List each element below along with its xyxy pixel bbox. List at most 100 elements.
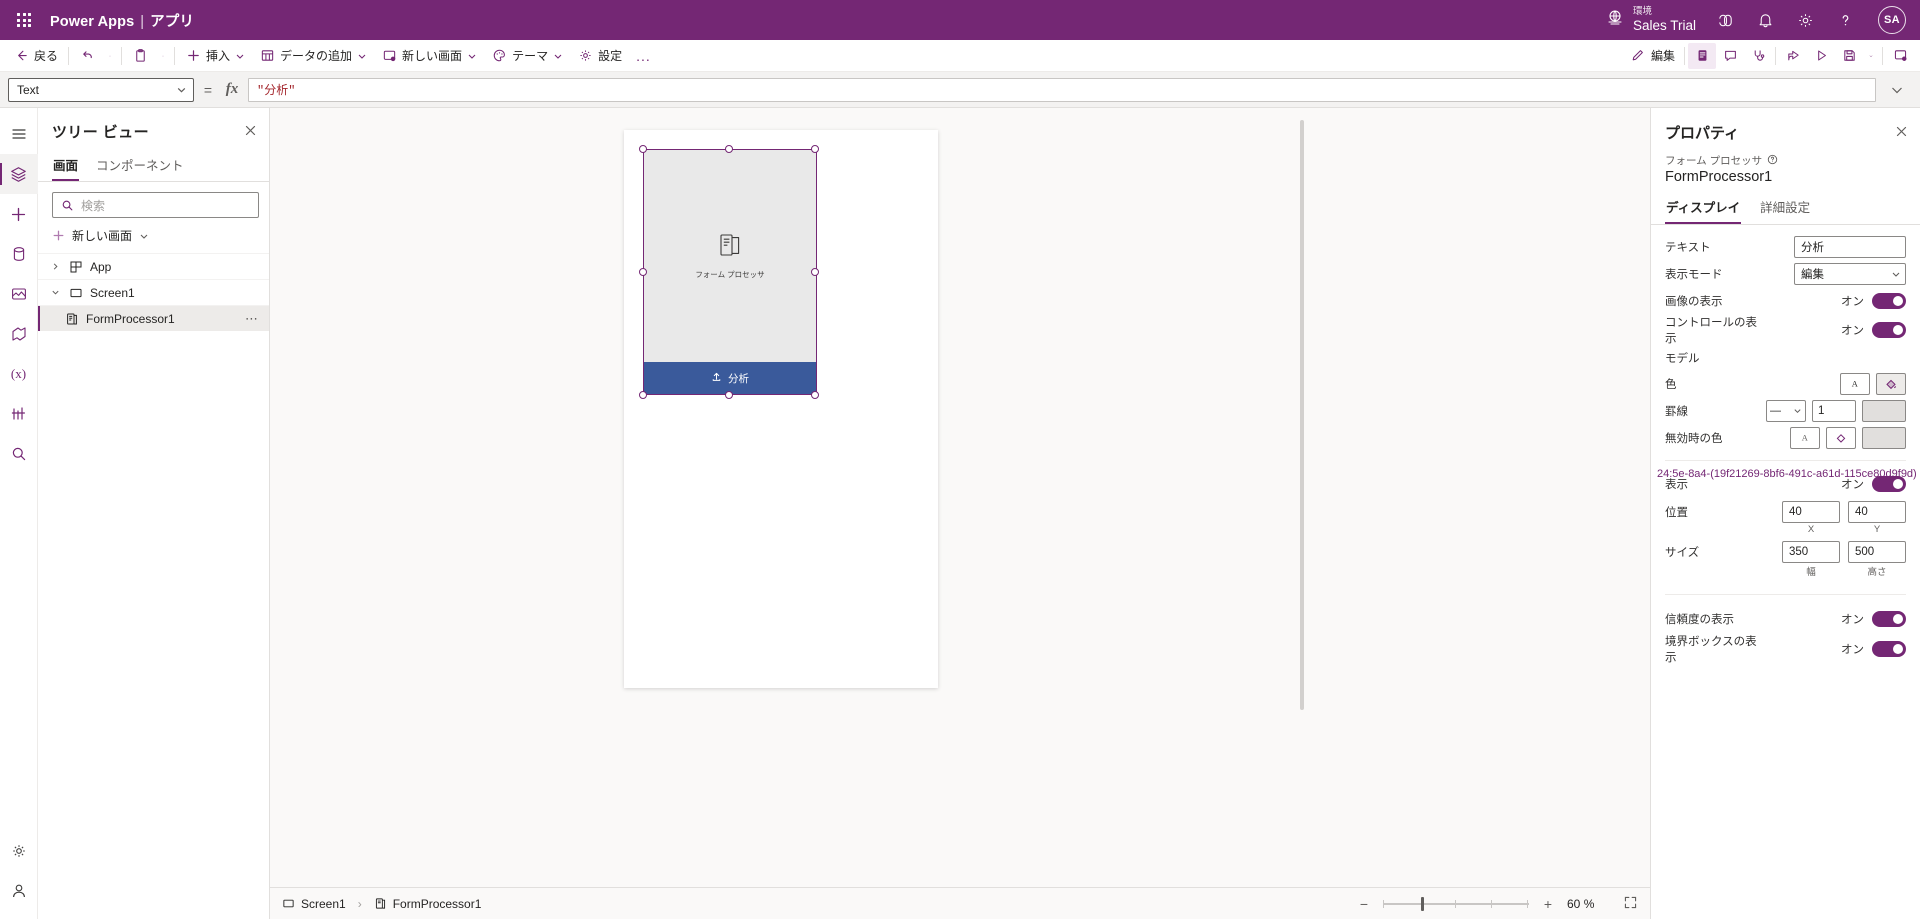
rail-data[interactable]: [0, 234, 38, 274]
breadcrumb-screen1[interactable]: Screen1: [282, 897, 346, 911]
display-mode-select[interactable]: 編集: [1794, 263, 1906, 285]
zoom-slider-tick: [1491, 900, 1492, 908]
canvas-scrollbar-thumb[interactable]: [1300, 120, 1304, 710]
pencil-icon: [1630, 48, 1646, 64]
share-button[interactable]: [1779, 43, 1807, 69]
resize-handle-e[interactable]: [811, 268, 819, 276]
app-screen-canvas[interactable]: フォーム プロセッサ 分析: [624, 130, 938, 688]
help-question-icon[interactable]: [1826, 0, 1864, 40]
comments-button[interactable]: [1716, 43, 1744, 69]
tree-item-formprocessor1[interactable]: FormProcessor1 ⋯: [38, 305, 269, 331]
paste-button[interactable]: [125, 43, 155, 69]
edit-mode-button[interactable]: 編集: [1624, 43, 1681, 69]
rail-account[interactable]: [0, 871, 38, 911]
chevron-down-icon[interactable]: [48, 288, 62, 297]
border-style-select[interactable]: ―: [1766, 400, 1806, 422]
canvas-scrollbar[interactable]: [1299, 116, 1305, 919]
chevron-right-icon[interactable]: [48, 262, 62, 271]
resize-handle-s[interactable]: [725, 391, 733, 399]
position-x-input[interactable]: 40: [1782, 501, 1840, 523]
copilot-icon[interactable]: [1706, 0, 1744, 40]
size-width-input[interactable]: 350: [1782, 541, 1840, 563]
show-bounding-box-toggle[interactable]: [1872, 641, 1906, 657]
rail-search[interactable]: [0, 434, 38, 474]
border-width-input[interactable]: 1: [1812, 400, 1856, 422]
zoom-out-button[interactable]: −: [1355, 896, 1373, 912]
preview-button[interactable]: [1807, 43, 1835, 69]
rail-tree-view[interactable]: [0, 154, 38, 194]
test-button[interactable]: [1744, 43, 1772, 69]
fill-color-icon[interactable]: [1876, 373, 1906, 395]
visible-toggle[interactable]: [1872, 476, 1906, 492]
formula-expand-button[interactable]: [1882, 82, 1912, 98]
search-input[interactable]: 検索: [52, 192, 259, 218]
more-commands-button[interactable]: ...: [629, 43, 658, 69]
close-icon[interactable]: [1895, 125, 1908, 141]
resize-handle-w[interactable]: [639, 268, 647, 276]
rail-app-checker[interactable]: [0, 394, 38, 434]
add-data-button[interactable]: データの追加: [252, 43, 374, 69]
analyze-button[interactable]: 分析: [644, 362, 816, 394]
rail-settings[interactable]: [0, 831, 38, 871]
close-icon[interactable]: [242, 122, 259, 142]
resize-handle-n[interactable]: [725, 145, 733, 153]
breadcrumb-formprocessor1[interactable]: FormProcessor1: [374, 897, 482, 911]
resize-handle-nw[interactable]: [639, 145, 647, 153]
resize-handle-sw[interactable]: [639, 391, 647, 399]
settings-button[interactable]: 設定: [570, 43, 629, 69]
show-image-toggle[interactable]: [1872, 293, 1906, 309]
disabled-border-color-swatch[interactable]: [1862, 427, 1906, 449]
tree-item-app[interactable]: App: [38, 253, 269, 279]
rail-insert[interactable]: [0, 194, 38, 234]
zoom-slider-thumb[interactable]: [1421, 897, 1424, 911]
tab-advanced[interactable]: 詳細設定: [1759, 193, 1811, 224]
fit-to-screen-icon[interactable]: [1623, 895, 1638, 913]
settings-gear-icon[interactable]: [1786, 0, 1824, 40]
tab-display[interactable]: ディスプレイ: [1665, 193, 1741, 224]
publish-button[interactable]: [1886, 43, 1914, 69]
undo-dropdown[interactable]: [102, 43, 118, 69]
resize-handle-ne[interactable]: [811, 145, 819, 153]
save-button[interactable]: [1835, 43, 1863, 69]
new-screen-button[interactable]: 新しい画面: [374, 43, 484, 69]
undo-button[interactable]: [72, 43, 102, 69]
save-dropdown[interactable]: [1863, 43, 1879, 69]
waffle-grid-icon[interactable]: [0, 0, 48, 40]
app-checker-button[interactable]: [1688, 43, 1716, 69]
rail-power-automate[interactable]: [0, 314, 38, 354]
size-height-input[interactable]: 500: [1848, 541, 1906, 563]
new-screen-button[interactable]: 新しい画面: [38, 224, 269, 253]
back-button[interactable]: 戻る: [6, 43, 65, 69]
disabled-fill-color-icon[interactable]: [1826, 427, 1856, 449]
tab-components[interactable]: コンポーネント: [95, 151, 185, 181]
show-controls-toggle[interactable]: [1872, 322, 1906, 338]
paste-dropdown[interactable]: [155, 43, 171, 69]
border-color-swatch[interactable]: [1862, 400, 1906, 422]
tab-screens[interactable]: 画面: [52, 151, 79, 181]
theme-button[interactable]: テーマ: [484, 43, 570, 69]
rail-variables[interactable]: (x): [0, 354, 38, 394]
form-processor-control[interactable]: フォーム プロセッサ 分析: [644, 150, 816, 394]
insert-button[interactable]: 挿入: [178, 43, 252, 69]
environment-selector[interactable]: 環境 Sales Trial: [1605, 7, 1696, 33]
show-confidence-toggle[interactable]: [1872, 611, 1906, 627]
canvas-area[interactable]: フォーム プロセッサ 分析: [270, 108, 1650, 887]
tree-item-screen1[interactable]: Screen1: [38, 279, 269, 305]
text-input[interactable]: 分析: [1794, 236, 1906, 258]
notifications-bell-icon[interactable]: [1746, 0, 1784, 40]
rail-media[interactable]: [0, 274, 38, 314]
rail-bottom-group: [0, 831, 38, 919]
disabled-font-color-icon[interactable]: A: [1790, 427, 1820, 449]
position-y-input[interactable]: 40: [1848, 501, 1906, 523]
property-selector[interactable]: Text: [8, 78, 194, 102]
font-color-icon[interactable]: A: [1840, 373, 1870, 395]
formula-input[interactable]: "分析": [248, 78, 1876, 102]
resize-handle-se[interactable]: [811, 391, 819, 399]
rail-menu[interactable]: [0, 114, 38, 154]
avatar[interactable]: SA: [1878, 6, 1906, 34]
zoom-slider[interactable]: [1383, 896, 1529, 912]
zoom-in-button[interactable]: +: [1539, 896, 1557, 912]
ellipsis-icon[interactable]: ⋯: [245, 311, 259, 327]
help-circle-icon[interactable]: [1767, 154, 1778, 168]
brand-title[interactable]: Power Apps|アプリ: [50, 10, 194, 31]
